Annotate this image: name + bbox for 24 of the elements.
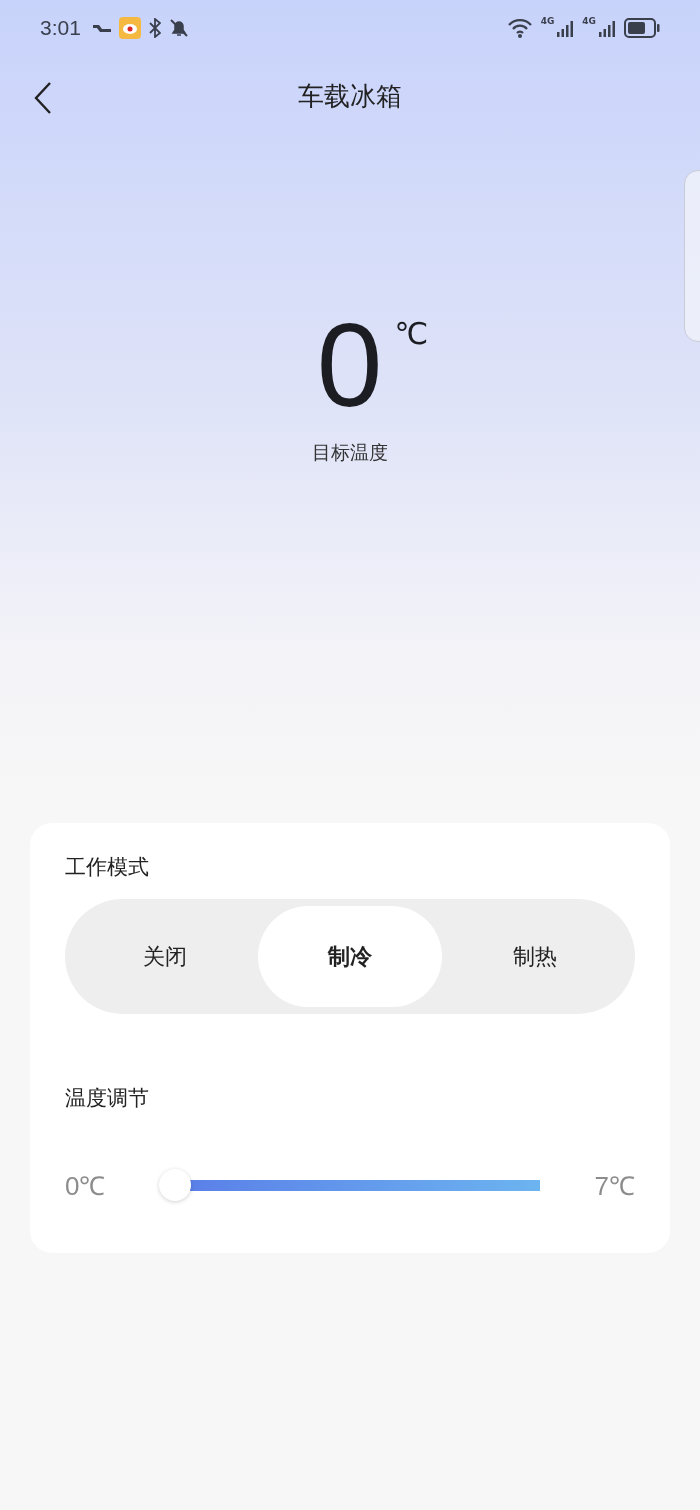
app-icon [118,17,141,39]
page-title: 车载冰箱 [298,79,402,113]
status-time: 3:01 [40,16,81,40]
bluetooth-icon [148,18,161,38]
mode-option[interactable]: 制热 [442,906,627,1007]
mode-option[interactable]: 制冷 [257,906,443,1007]
slider-thumb[interactable] [159,1169,191,1201]
app-icon [92,23,111,33]
temperature-unit: ℃ [394,316,429,351]
network-label: 4G [582,16,596,26]
bell-muted-icon [168,18,189,38]
network-label: 4G [540,16,555,26]
wifi-icon [506,18,533,38]
temperature-value: 0 [316,306,383,424]
back-icon [34,82,52,114]
signal-icon [556,19,575,37]
max-label: 7℃ [593,1170,635,1203]
section-label: 温度调节 [65,1085,150,1112]
temperature-caption: 目标温度 [312,440,388,465]
min-label: 0℃ [65,1170,107,1203]
section-label: 工作模式 [65,854,150,881]
mode-option[interactable]: 关闭 [73,906,258,1007]
signal-icon [598,19,616,37]
battery-icon [624,18,660,38]
